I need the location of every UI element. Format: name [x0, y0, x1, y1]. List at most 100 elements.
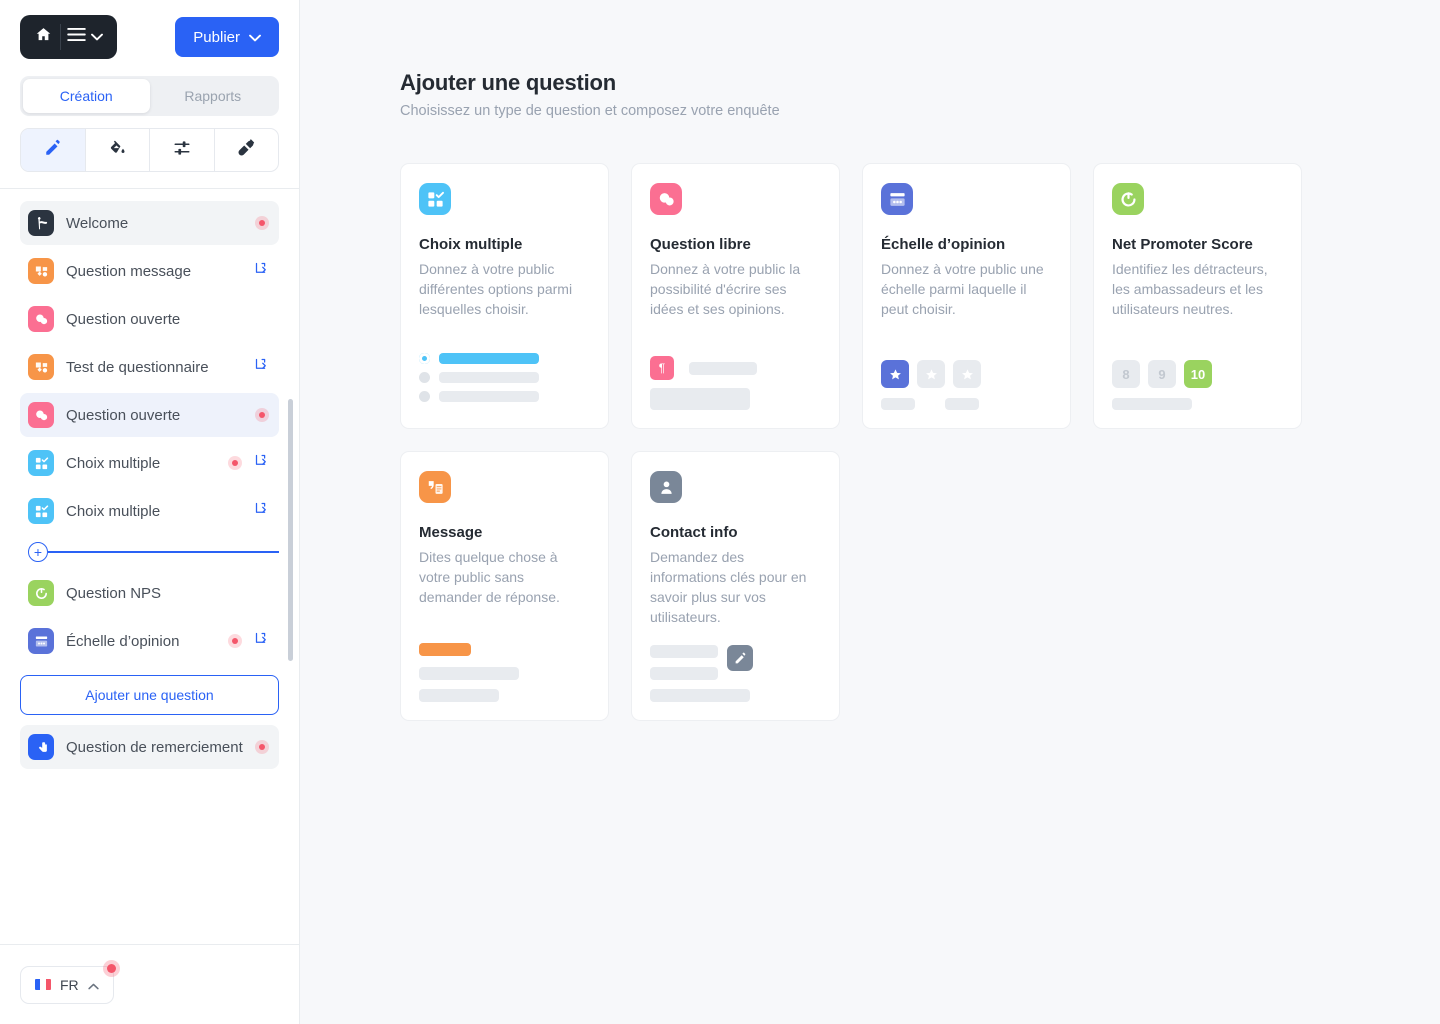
card-preview: ¶: [650, 338, 821, 410]
card-contact-info[interactable]: Contact info Demandez des informations c…: [631, 451, 840, 721]
page-subtitle: Choisissez un type de question et compos…: [400, 103, 780, 119]
main-content: Ajouter une question Choisissez un type …: [300, 0, 1440, 1024]
card-preview: [419, 625, 590, 702]
nps-number: 9: [1148, 360, 1176, 388]
star-icon: [953, 360, 981, 388]
chevron-down-icon: [91, 28, 103, 46]
thankyou-icon: [28, 734, 54, 760]
card-net-promoter-score[interactable]: Net Promoter Score Identifiez les détrac…: [1093, 163, 1302, 429]
open-question-icon: [28, 306, 54, 332]
question-item-label: Test de questionnaire: [66, 358, 209, 376]
question-item-opinion-scale[interactable]: Échelle d’opinion: [20, 619, 279, 663]
question-item-test[interactable]: Test de questionnaire: [20, 345, 279, 389]
logic-jump-icon[interactable]: [254, 631, 269, 651]
open-question-icon: [28, 402, 54, 428]
logic-jump-icon[interactable]: [254, 261, 269, 281]
logic-jump-icon[interactable]: [254, 501, 269, 521]
language-label: FR: [60, 976, 79, 993]
skeleton-bar: [439, 372, 539, 383]
skeleton-bar: [945, 398, 979, 410]
question-item-label: Choix multiple: [66, 502, 161, 520]
open-question-icon: [650, 183, 682, 215]
plug-connect-icon: [237, 138, 255, 162]
preview-paragraph-row: ¶: [650, 356, 821, 380]
contact-person-icon: [650, 471, 682, 503]
preview-option: [419, 391, 590, 402]
card-title: Net Promoter Score: [1112, 236, 1253, 253]
question-item-multiple-1[interactable]: Choix multiple: [20, 441, 279, 485]
tool-sliders[interactable]: [150, 129, 215, 171]
nav-pill: [20, 15, 117, 59]
home-icon: [35, 26, 52, 48]
opinion-scale-icon: [881, 183, 913, 215]
multiple-choice-icon: [419, 183, 451, 215]
language-notification-dot: [102, 959, 120, 977]
question-item-open-1[interactable]: Question ouverte: [20, 297, 279, 341]
tab-rapports[interactable]: Rapports: [150, 79, 277, 113]
card-title: Choix multiple: [419, 236, 523, 253]
skeleton-bar: [881, 398, 915, 410]
multiple-choice-icon: [28, 498, 54, 524]
question-item-thankyou[interactable]: Question de remerciement: [20, 725, 279, 769]
question-item-label: Question message: [66, 262, 192, 280]
question-item-message[interactable]: Question message: [20, 249, 279, 293]
question-item-actions: [254, 357, 269, 377]
question-item-label: Question NPS: [66, 584, 162, 602]
card-preview: 8 9 10: [1112, 342, 1283, 410]
skeleton-bar: [650, 645, 718, 658]
card-message[interactable]: Message Dites quelque chose à votre publ…: [400, 451, 609, 721]
logic-jump-icon[interactable]: [254, 453, 269, 473]
question-item-actions: [255, 740, 269, 754]
welcome-icon: [28, 210, 54, 236]
nps-number-selected: 10: [1184, 360, 1212, 388]
question-item-multiple-2[interactable]: Choix multiple: [20, 489, 279, 533]
home-button[interactable]: [26, 15, 60, 59]
skeleton-bar: [650, 689, 750, 702]
preview-option: [419, 372, 590, 383]
question-item-actions: [228, 453, 269, 473]
card-preview: [881, 342, 1052, 410]
card-description: Dites quelque chose à votre public sans …: [419, 549, 560, 605]
card-open-question[interactable]: Question libre Donnez à votre public la …: [631, 163, 840, 429]
question-item-nps[interactable]: Question NPS: [20, 571, 279, 615]
tool-pencil[interactable]: [21, 129, 86, 171]
sidebar-tabs: Création Rapports: [20, 76, 279, 116]
tool-bar: [20, 128, 279, 172]
paragraph-icon: ¶: [650, 356, 674, 380]
question-item-actions: [254, 261, 269, 281]
card-opinion-scale[interactable]: Échelle d’opinion Donnez à votre public …: [862, 163, 1071, 429]
preview-option-selected: [419, 353, 590, 364]
language-selector-button[interactable]: FR: [20, 959, 120, 1004]
publish-button[interactable]: Publier: [175, 17, 279, 57]
menu-button[interactable]: [61, 27, 111, 47]
nps-icon: [1112, 183, 1144, 215]
insert-question-divider: +: [20, 537, 279, 567]
question-item-welcome[interactable]: Welcome: [20, 201, 279, 245]
question-list: Welcome Question message Question ouvert…: [0, 189, 299, 944]
edit-pencil-icon[interactable]: [727, 645, 753, 671]
radio-selected-icon: [419, 353, 430, 364]
card-preview: [650, 627, 821, 702]
unsaved-dot-icon: [228, 456, 242, 470]
chevron-down-icon: [249, 29, 261, 46]
question-item-label: Question ouverte: [66, 406, 181, 424]
chevron-up-icon: [88, 977, 99, 993]
sidebar-footer: FR: [0, 944, 299, 1024]
sliders-icon: [173, 139, 191, 162]
question-type-grid: Choix multiple Donnez à votre public dif…: [400, 163, 1320, 721]
question-item-open-2[interactable]: Question ouverte: [20, 393, 279, 437]
card-title: Message: [419, 524, 483, 541]
unsaved-dot-icon: [255, 216, 269, 230]
card-description: Identifiez les détracteurs, les ambassad…: [1112, 261, 1268, 317]
tool-plug-connect[interactable]: [215, 129, 279, 171]
multiple-choice-icon: [28, 450, 54, 476]
card-multiple-choice[interactable]: Choix multiple Donnez à votre public dif…: [400, 163, 609, 429]
nps-number: 8: [1112, 360, 1140, 388]
sidebar-scrollbar[interactable]: [288, 399, 293, 661]
add-question-button[interactable]: Ajouter une question: [20, 675, 279, 715]
logic-jump-icon[interactable]: [254, 357, 269, 377]
tab-creation[interactable]: Création: [23, 79, 150, 113]
skeleton-bar: [650, 667, 718, 680]
plus-circle-icon[interactable]: +: [28, 542, 48, 562]
tool-paint-bucket[interactable]: [86, 129, 150, 171]
